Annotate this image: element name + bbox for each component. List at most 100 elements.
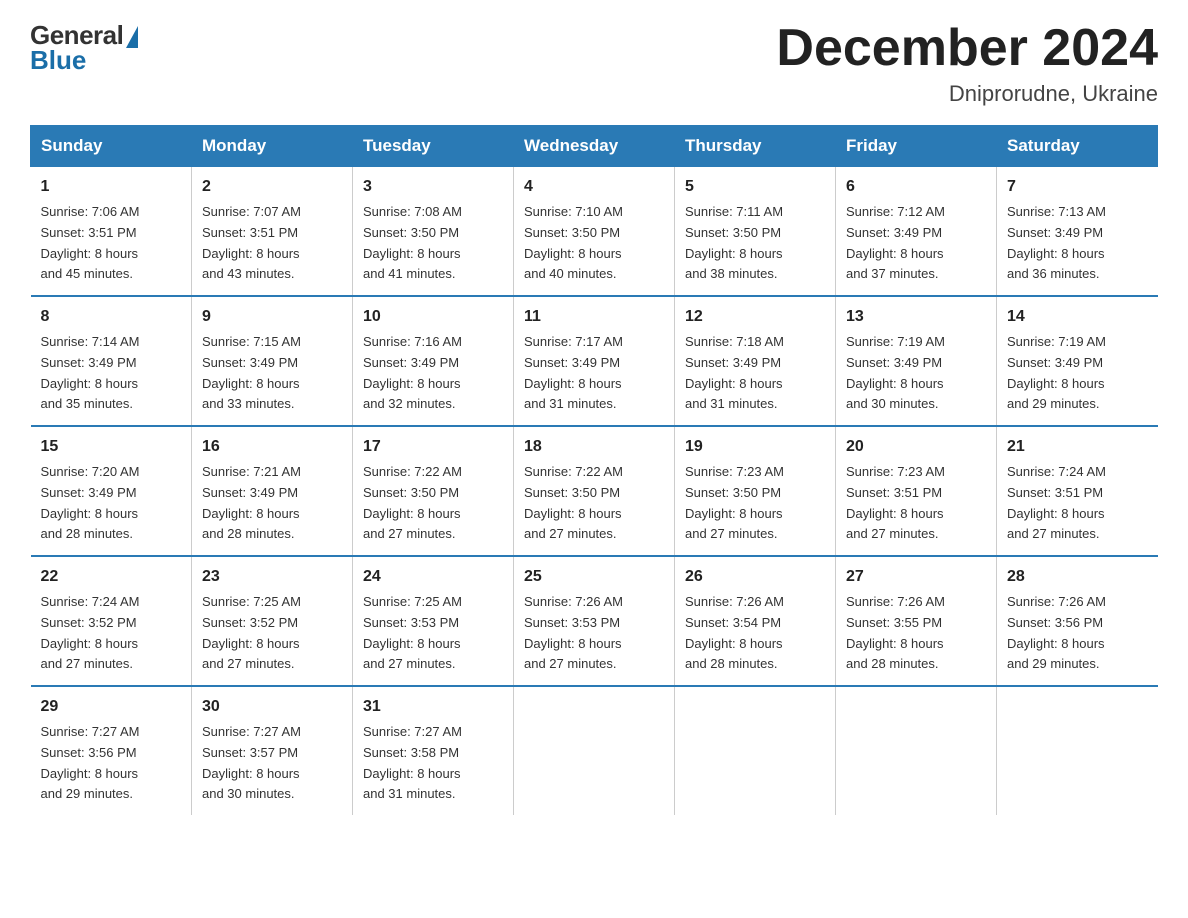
day-number: 4	[524, 175, 664, 200]
calendar-header: SundayMondayTuesdayWednesdayThursdayFrid…	[31, 126, 1158, 167]
calendar-week-row: 29Sunrise: 7:27 AMSunset: 3:56 PMDayligh…	[31, 686, 1158, 815]
calendar-cell: 21Sunrise: 7:24 AMSunset: 3:51 PMDayligh…	[997, 426, 1158, 556]
calendar-cell: 23Sunrise: 7:25 AMSunset: 3:52 PMDayligh…	[192, 556, 353, 686]
calendar-week-row: 1Sunrise: 7:06 AMSunset: 3:51 PMDaylight…	[31, 167, 1158, 296]
day-info: Sunrise: 7:26 AMSunset: 3:55 PMDaylight:…	[846, 592, 986, 675]
calendar-cell: 29Sunrise: 7:27 AMSunset: 3:56 PMDayligh…	[31, 686, 192, 815]
day-number: 28	[1007, 565, 1148, 590]
calendar-cell: 6Sunrise: 7:12 AMSunset: 3:49 PMDaylight…	[836, 167, 997, 296]
day-info: Sunrise: 7:10 AMSunset: 3:50 PMDaylight:…	[524, 202, 664, 285]
day-info: Sunrise: 7:24 AMSunset: 3:51 PMDaylight:…	[1007, 462, 1148, 545]
calendar-cell: 27Sunrise: 7:26 AMSunset: 3:55 PMDayligh…	[836, 556, 997, 686]
calendar-cell: 3Sunrise: 7:08 AMSunset: 3:50 PMDaylight…	[353, 167, 514, 296]
calendar-cell: 14Sunrise: 7:19 AMSunset: 3:49 PMDayligh…	[997, 296, 1158, 426]
calendar-cell: 9Sunrise: 7:15 AMSunset: 3:49 PMDaylight…	[192, 296, 353, 426]
day-number: 26	[685, 565, 825, 590]
day-number: 7	[1007, 175, 1148, 200]
day-number: 8	[41, 305, 182, 330]
calendar-cell: 26Sunrise: 7:26 AMSunset: 3:54 PMDayligh…	[675, 556, 836, 686]
day-number: 29	[41, 695, 182, 720]
calendar-cell: 8Sunrise: 7:14 AMSunset: 3:49 PMDaylight…	[31, 296, 192, 426]
calendar-cell: 1Sunrise: 7:06 AMSunset: 3:51 PMDaylight…	[31, 167, 192, 296]
calendar-cell: 7Sunrise: 7:13 AMSunset: 3:49 PMDaylight…	[997, 167, 1158, 296]
day-number: 30	[202, 695, 342, 720]
calendar-cell: 4Sunrise: 7:10 AMSunset: 3:50 PMDaylight…	[514, 167, 675, 296]
day-number: 21	[1007, 435, 1148, 460]
day-info: Sunrise: 7:25 AMSunset: 3:52 PMDaylight:…	[202, 592, 342, 675]
day-info: Sunrise: 7:27 AMSunset: 3:56 PMDaylight:…	[41, 722, 182, 805]
day-info: Sunrise: 7:19 AMSunset: 3:49 PMDaylight:…	[846, 332, 986, 415]
logo-triangle-icon	[126, 26, 138, 48]
day-info: Sunrise: 7:23 AMSunset: 3:50 PMDaylight:…	[685, 462, 825, 545]
day-info: Sunrise: 7:08 AMSunset: 3:50 PMDaylight:…	[363, 202, 503, 285]
day-info: Sunrise: 7:11 AMSunset: 3:50 PMDaylight:…	[685, 202, 825, 285]
day-number: 19	[685, 435, 825, 460]
day-info: Sunrise: 7:24 AMSunset: 3:52 PMDaylight:…	[41, 592, 182, 675]
day-info: Sunrise: 7:22 AMSunset: 3:50 PMDaylight:…	[363, 462, 503, 545]
day-info: Sunrise: 7:22 AMSunset: 3:50 PMDaylight:…	[524, 462, 664, 545]
day-number: 22	[41, 565, 182, 590]
day-number: 12	[685, 305, 825, 330]
day-number: 24	[363, 565, 503, 590]
calendar-cell: 5Sunrise: 7:11 AMSunset: 3:50 PMDaylight…	[675, 167, 836, 296]
day-number: 31	[363, 695, 503, 720]
day-number: 23	[202, 565, 342, 590]
day-info: Sunrise: 7:06 AMSunset: 3:51 PMDaylight:…	[41, 202, 182, 285]
location-subtitle: Dniprorudne, Ukraine	[776, 81, 1158, 107]
calendar-cell: 20Sunrise: 7:23 AMSunset: 3:51 PMDayligh…	[836, 426, 997, 556]
day-info: Sunrise: 7:16 AMSunset: 3:49 PMDaylight:…	[363, 332, 503, 415]
logo: General Blue	[30, 20, 138, 73]
calendar-cell: 28Sunrise: 7:26 AMSunset: 3:56 PMDayligh…	[997, 556, 1158, 686]
calendar-cell: 25Sunrise: 7:26 AMSunset: 3:53 PMDayligh…	[514, 556, 675, 686]
calendar-cell	[836, 686, 997, 815]
day-info: Sunrise: 7:19 AMSunset: 3:49 PMDaylight:…	[1007, 332, 1148, 415]
day-number: 6	[846, 175, 986, 200]
calendar-cell: 31Sunrise: 7:27 AMSunset: 3:58 PMDayligh…	[353, 686, 514, 815]
calendar-table: SundayMondayTuesdayWednesdayThursdayFrid…	[30, 125, 1158, 815]
day-number: 15	[41, 435, 182, 460]
calendar-cell: 16Sunrise: 7:21 AMSunset: 3:49 PMDayligh…	[192, 426, 353, 556]
header-thursday: Thursday	[675, 126, 836, 167]
day-info: Sunrise: 7:21 AMSunset: 3:49 PMDaylight:…	[202, 462, 342, 545]
day-info: Sunrise: 7:26 AMSunset: 3:53 PMDaylight:…	[524, 592, 664, 675]
calendar-cell: 13Sunrise: 7:19 AMSunset: 3:49 PMDayligh…	[836, 296, 997, 426]
calendar-week-row: 8Sunrise: 7:14 AMSunset: 3:49 PMDaylight…	[31, 296, 1158, 426]
title-block: December 2024 Dniprorudne, Ukraine	[776, 20, 1158, 107]
day-number: 20	[846, 435, 986, 460]
day-number: 2	[202, 175, 342, 200]
day-info: Sunrise: 7:23 AMSunset: 3:51 PMDaylight:…	[846, 462, 986, 545]
header-friday: Friday	[836, 126, 997, 167]
calendar-cell: 12Sunrise: 7:18 AMSunset: 3:49 PMDayligh…	[675, 296, 836, 426]
day-info: Sunrise: 7:17 AMSunset: 3:49 PMDaylight:…	[524, 332, 664, 415]
day-info: Sunrise: 7:18 AMSunset: 3:49 PMDaylight:…	[685, 332, 825, 415]
calendar-cell: 17Sunrise: 7:22 AMSunset: 3:50 PMDayligh…	[353, 426, 514, 556]
day-number: 27	[846, 565, 986, 590]
calendar-cell: 11Sunrise: 7:17 AMSunset: 3:49 PMDayligh…	[514, 296, 675, 426]
header-wednesday: Wednesday	[514, 126, 675, 167]
day-info: Sunrise: 7:20 AMSunset: 3:49 PMDaylight:…	[41, 462, 182, 545]
calendar-cell: 18Sunrise: 7:22 AMSunset: 3:50 PMDayligh…	[514, 426, 675, 556]
calendar-cell	[675, 686, 836, 815]
day-info: Sunrise: 7:13 AMSunset: 3:49 PMDaylight:…	[1007, 202, 1148, 285]
page-header: General Blue December 2024 Dniprorudne, …	[30, 20, 1158, 107]
day-number: 5	[685, 175, 825, 200]
day-number: 9	[202, 305, 342, 330]
day-info: Sunrise: 7:26 AMSunset: 3:54 PMDaylight:…	[685, 592, 825, 675]
calendar-cell: 24Sunrise: 7:25 AMSunset: 3:53 PMDayligh…	[353, 556, 514, 686]
day-info: Sunrise: 7:26 AMSunset: 3:56 PMDaylight:…	[1007, 592, 1148, 675]
month-year-title: December 2024	[776, 20, 1158, 77]
day-info: Sunrise: 7:12 AMSunset: 3:49 PMDaylight:…	[846, 202, 986, 285]
day-number: 1	[41, 175, 182, 200]
calendar-week-row: 15Sunrise: 7:20 AMSunset: 3:49 PMDayligh…	[31, 426, 1158, 556]
day-info: Sunrise: 7:27 AMSunset: 3:57 PMDaylight:…	[202, 722, 342, 805]
header-tuesday: Tuesday	[353, 126, 514, 167]
calendar-cell	[514, 686, 675, 815]
day-number: 3	[363, 175, 503, 200]
day-number: 13	[846, 305, 986, 330]
calendar-cell: 22Sunrise: 7:24 AMSunset: 3:52 PMDayligh…	[31, 556, 192, 686]
calendar-cell	[997, 686, 1158, 815]
day-info: Sunrise: 7:14 AMSunset: 3:49 PMDaylight:…	[41, 332, 182, 415]
day-number: 14	[1007, 305, 1148, 330]
logo-blue-text: Blue	[30, 47, 86, 73]
header-monday: Monday	[192, 126, 353, 167]
